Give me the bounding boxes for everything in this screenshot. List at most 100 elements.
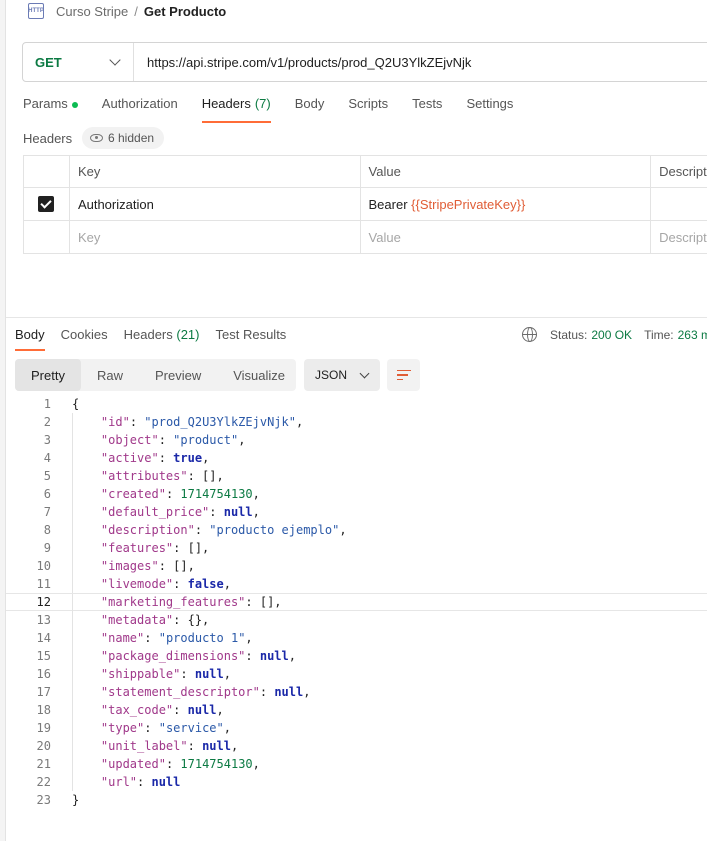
code-token: : — [187, 739, 203, 753]
view-raw-button[interactable]: Raw — [81, 359, 139, 391]
eye-icon — [90, 134, 103, 142]
indent-guide — [72, 431, 73, 449]
code-token: : — [209, 505, 224, 519]
code-token: } — [72, 793, 80, 807]
url-input[interactable]: https://api.stripe.com/v1/products/prod_… — [134, 55, 471, 70]
indent-guide — [72, 467, 73, 485]
response-body-viewer[interactable]: 1{2 "id": "prod_Q2U3YlkZEjvNjk", 3 "objec… — [6, 395, 707, 809]
tab-label: Settings — [466, 96, 514, 111]
table-row-new: Key Value Descript — [24, 221, 707, 254]
column-select — [24, 156, 70, 187]
code-token: "livemode" — [100, 577, 174, 591]
tab-test-results[interactable]: Test Results — [216, 327, 287, 351]
tab-body[interactable]: Body — [295, 96, 325, 122]
line-number: 12 — [36, 595, 51, 609]
code-text: "metadata": {}, — [72, 611, 209, 629]
indent-guide — [72, 611, 73, 629]
indent-guide — [72, 503, 73, 521]
tab-authorization[interactable]: Authorization — [102, 96, 178, 122]
line-number: 16 — [36, 667, 51, 681]
code-line: 6 "created": 1714754130, — [6, 485, 707, 503]
column-description: Descript — [651, 156, 707, 187]
tab-cookies[interactable]: Cookies — [61, 327, 108, 351]
code-text: "tax_code": null, — [72, 701, 224, 719]
response-tabs: Body Cookies Headers (21) Test Results — [15, 327, 302, 351]
code-token: , — [303, 685, 311, 699]
code-token: "attributes" — [100, 469, 188, 483]
tab-label: Headers — [123, 327, 173, 342]
table-row: Authorization Bearer {{StripePrivateKey}… — [24, 188, 707, 221]
indent-guide — [72, 575, 73, 593]
code-token: true — [173, 451, 203, 465]
tab-tests[interactable]: Tests — [412, 96, 442, 122]
indent-guide — [72, 629, 73, 647]
code-line: 7 "default_price": null, — [6, 503, 707, 521]
header-description-input[interactable] — [651, 188, 707, 220]
code-token: "statement_descriptor" — [100, 685, 260, 699]
tab-response-body[interactable]: Body — [15, 327, 45, 351]
code-token: : — [129, 415, 145, 429]
request-name[interactable]: Get Producto — [144, 4, 226, 19]
status-value[interactable]: 200 OK — [591, 328, 632, 342]
tab-response-headers[interactable]: Headers (21) — [124, 327, 200, 351]
code-token: : [], — [187, 469, 224, 483]
code-token: 1714754130 — [180, 487, 253, 501]
header-enabled-checkbox[interactable] — [38, 196, 55, 212]
header-value-prefix: Bearer — [368, 196, 412, 212]
line-number: 21 — [36, 757, 51, 771]
line-number: 9 — [43, 541, 51, 555]
code-token: null — [259, 649, 289, 663]
code-text: "statement_descriptor": null, — [72, 683, 311, 701]
tab-params[interactable]: Params — [23, 96, 78, 122]
indent-guide — [72, 539, 73, 557]
code-line: 3 "object": "product", — [6, 431, 707, 449]
header-key-input[interactable]: Authorization — [70, 188, 361, 220]
indent-guide — [72, 594, 73, 612]
tab-scripts[interactable]: Scripts — [348, 96, 388, 122]
code-token: , — [245, 631, 253, 645]
breadcrumb-collection[interactable]: Curso Stripe — [56, 4, 128, 19]
new-key-input[interactable]: Key — [70, 221, 361, 253]
code-line: 2 "id": "prod_Q2U3YlkZEjvNjk", — [6, 413, 707, 431]
code-text: "id": "prod_Q2U3YlkZEjvNjk", — [72, 413, 303, 431]
new-value-input[interactable]: Value — [361, 221, 652, 253]
hidden-headers-toggle[interactable]: 6 hidden — [82, 127, 165, 149]
code-text: "active": true, — [72, 449, 209, 467]
header-value-input[interactable]: Bearer {{StripePrivateKey}} — [361, 188, 652, 220]
code-token: null — [202, 739, 231, 753]
tab-count: (7) — [254, 96, 271, 111]
time-value[interactable]: 263 m — [678, 328, 707, 342]
code-line: 20 "unit_label": null, — [6, 737, 707, 755]
line-number: 4 — [43, 451, 51, 465]
method-select[interactable]: GET — [23, 43, 134, 81]
code-line: 16 "shippable": null, — [6, 665, 707, 683]
indent-guide — [72, 521, 73, 539]
pane-divider[interactable] — [6, 317, 707, 318]
tab-headers[interactable]: Headers (7) — [201, 96, 271, 123]
view-preview-button[interactable]: Preview — [139, 359, 217, 391]
view-visualize-button[interactable]: Visualize — [217, 359, 301, 391]
format-select[interactable]: JSON — [304, 359, 380, 391]
code-text: "type": "service", — [72, 719, 231, 737]
code-token: , — [223, 577, 231, 591]
tab-settings[interactable]: Settings — [466, 96, 513, 122]
line-number: 17 — [36, 685, 51, 699]
code-token: "active" — [100, 451, 159, 465]
wrap-lines-button[interactable] — [387, 359, 420, 391]
code-token: "id" — [100, 415, 130, 429]
view-pretty-button[interactable]: Pretty — [15, 359, 81, 391]
code-text: "features": [], — [72, 539, 209, 557]
code-line: 23} — [6, 791, 707, 809]
code-token: null — [151, 775, 181, 789]
code-token: "prod_Q2U3YlkZEjvNjk" — [144, 415, 296, 429]
code-text: "package_dimensions": null, — [72, 647, 296, 665]
new-description-input[interactable]: Descript — [651, 221, 707, 253]
status-label: Status: — [550, 327, 588, 342]
code-line: 4 "active": true, — [6, 449, 707, 467]
code-token: "marketing_features" — [100, 595, 246, 609]
code-token: "product" — [173, 433, 239, 447]
indent-guide — [72, 755, 73, 773]
wrap-lines-icon — [396, 369, 411, 381]
indent-guide — [72, 557, 73, 575]
globe-icon[interactable] — [522, 327, 537, 342]
